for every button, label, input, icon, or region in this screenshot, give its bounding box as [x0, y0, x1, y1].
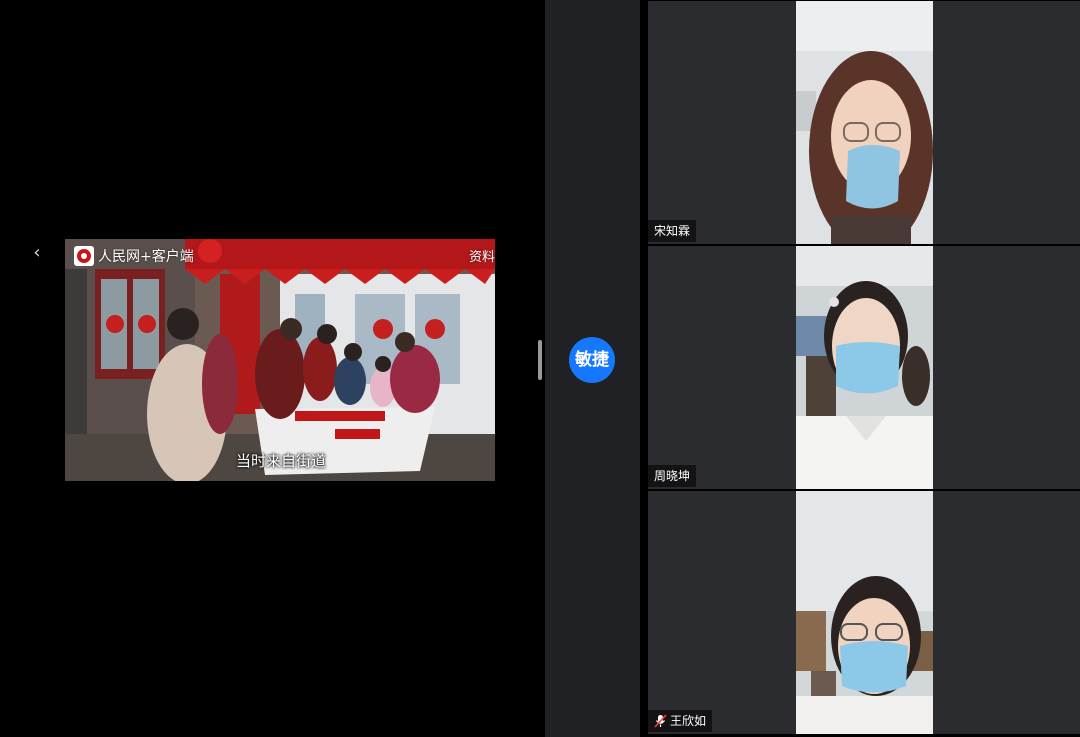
participant-tile[interactable]: 宋知霖 — [648, 1, 1080, 244]
mic-muted-icon — [654, 714, 667, 728]
video-frame-illustration — [65, 239, 495, 481]
participant-name-tag: 宋知霖 — [648, 220, 697, 242]
participant-name: 王欣如 — [670, 714, 707, 728]
participant-video — [796, 246, 933, 489]
participant-tile[interactable]: 王欣如 — [648, 491, 1080, 734]
participant-video — [796, 1, 933, 244]
participant-name-tag: 周晓坤 — [648, 465, 697, 487]
participant-name-tag: 王欣如 — [648, 710, 713, 732]
participant-tile[interactable]: 周晓坤 — [648, 246, 1080, 489]
shared-video[interactable] — [65, 239, 495, 481]
left-splitter-handle[interactable] — [538, 340, 542, 380]
participant-name: 宋知霖 — [654, 224, 691, 238]
participant-video — [796, 491, 933, 734]
chevron-left-icon[interactable]: ‹ — [28, 243, 46, 263]
video-tag-label: 资料 — [468, 250, 495, 265]
participant-name: 周晓坤 — [654, 469, 691, 483]
video-subtitle: 当时来自街道 — [236, 452, 327, 470]
video-brand-label: 人民网+客户端 — [98, 249, 194, 265]
brand-logo-icon — [74, 246, 94, 266]
presenter-avatar[interactable]: 敏捷 — [569, 337, 615, 383]
